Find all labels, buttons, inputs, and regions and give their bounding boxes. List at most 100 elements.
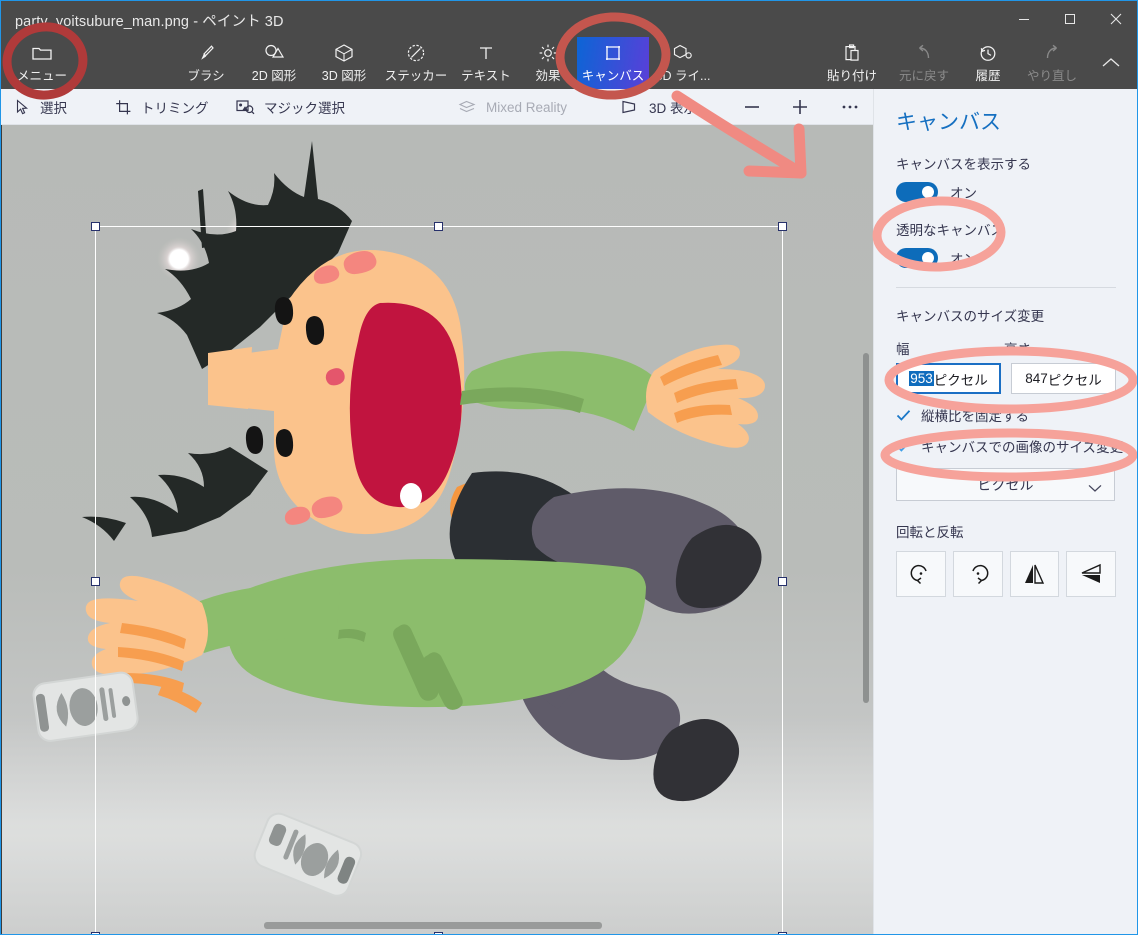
ribbon-item-history[interactable]: 履歴 <box>959 37 1017 89</box>
collapse-chevron-icon <box>1100 53 1122 74</box>
ribbon-item-menu[interactable]: メニュー <box>9 37 75 89</box>
tool-mixed-reality: Mixed Reality <box>457 89 567 125</box>
rotate-heading: 回転と反転 <box>896 525 964 540</box>
transparent-canvas-toggle[interactable] <box>896 248 938 268</box>
tool-3d-view[interactable]: 3D 表示 <box>621 89 697 125</box>
view-3d-icon <box>621 99 640 115</box>
transparent-canvas-label: 透明なキャンバス <box>896 223 1004 238</box>
minimize-button[interactable] <box>1001 1 1047 37</box>
tool-label: 3D 表示 <box>649 101 698 116</box>
ribbon-item-paste[interactable]: 貼り付け <box>819 37 885 89</box>
lock-aspect-row[interactable]: 縦横比を固定する <box>896 405 1116 425</box>
vertical-scrollbar[interactable] <box>863 353 869 703</box>
check-icon <box>896 408 911 423</box>
close-button[interactable] <box>1093 1 1137 37</box>
rotate-right-button[interactable] <box>952 551 1003 597</box>
more-options-button[interactable] <box>839 89 861 125</box>
unit-select[interactable]: ピクセル <box>896 468 1115 501</box>
sticker-icon <box>406 42 426 63</box>
ribbon-item-brush[interactable]: ブラシ <box>176 37 236 89</box>
shapes-2d-icon <box>262 42 286 63</box>
resize-handle-top-left[interactable] <box>91 222 100 231</box>
ribbon-item-3d-shapes[interactable]: 3D 図形 <box>311 37 377 89</box>
more-ellipsis-icon <box>839 98 861 116</box>
resize-heading: キャンバスのサイズ変更 <box>896 309 1045 324</box>
height-value: 847 <box>1025 371 1048 386</box>
rotate-left-button[interactable] <box>896 551 946 597</box>
ribbon-item-text[interactable]: テキスト <box>453 37 519 89</box>
maximize-button[interactable] <box>1047 1 1093 37</box>
chevron-down-icon <box>1088 480 1102 496</box>
text-icon <box>477 42 495 63</box>
resize-handle-top-center[interactable] <box>434 222 443 231</box>
panel-title: キャンバス <box>896 111 1001 134</box>
magic-select-icon <box>236 99 255 115</box>
zoom-out-icon <box>741 98 763 116</box>
ribbon-label: 履歴 <box>975 69 1001 83</box>
tool-magic-select[interactable]: マジック選択 <box>236 89 345 125</box>
unit-select-value: ピクセル <box>977 476 1034 493</box>
paste-icon <box>842 42 862 63</box>
show-canvas-row[interactable]: オン <box>896 182 1116 202</box>
ribbon-collapse-button[interactable] <box>1091 37 1131 89</box>
tool-select[interactable]: 選択 <box>15 89 67 125</box>
tool-crop[interactable]: トリミング <box>115 89 209 125</box>
show-canvas-toggle[interactable] <box>896 182 938 202</box>
resize-handle-middle-right[interactable] <box>778 576 787 586</box>
ribbon-label: 効果 <box>535 69 561 83</box>
menu-folder-icon <box>31 42 53 63</box>
transparent-canvas-row[interactable]: オン <box>896 248 1116 268</box>
ribbon-item-sticker[interactable]: ステッカー <box>379 37 453 89</box>
rotate-right-icon <box>971 564 989 585</box>
horizontal-scrollbar[interactable] <box>264 922 602 929</box>
ribbon-label: ステッカー <box>384 69 448 83</box>
shapes-3d-icon <box>334 42 354 63</box>
ribbon-label: 貼り付け <box>826 69 877 83</box>
ribbon-label: 3D ライ... <box>655 69 711 83</box>
resize-handle-middle-left[interactable] <box>91 576 100 586</box>
tool-label: マジック選択 <box>264 101 345 116</box>
rotate-flip-buttons <box>896 551 1116 597</box>
cursor-select-icon <box>15 98 31 116</box>
ribbon-label: メニュー <box>16 69 67 83</box>
ribbon-item-3d-library[interactable]: 3D ライ... <box>649 37 717 89</box>
3d-library-icon <box>672 42 694 63</box>
show-canvas-state: オン <box>950 186 977 201</box>
panel-divider <box>896 287 1116 288</box>
width-label: 幅 <box>896 342 910 357</box>
height-label: 高さ <box>1004 342 1031 357</box>
tool-label: トリミング <box>141 101 209 116</box>
width-value: 953 <box>909 371 934 386</box>
ribbon-item-effects[interactable]: 効果 <box>519 37 577 89</box>
tool-label: Mixed Reality <box>486 99 568 115</box>
show-canvas-label: キャンバスを表示する <box>896 157 1031 172</box>
flip-horizontal-button[interactable] <box>1009 551 1060 597</box>
toggle-knob <box>922 252 934 264</box>
ribbon-item-2d-shapes[interactable]: 2D 図形 <box>241 37 307 89</box>
ribbon-item-canvas[interactable]: キャンバス <box>577 37 649 89</box>
toggle-knob <box>922 186 934 198</box>
width-input[interactable]: 953 ピクセル <box>896 363 1001 394</box>
ribbon-label: 元に戻す <box>898 69 949 83</box>
zoom-in-button[interactable] <box>789 89 811 125</box>
selection-frame[interactable] <box>91 222 787 934</box>
flip-vertical-icon <box>1081 563 1101 583</box>
resize-image-row[interactable]: キャンバスでの画像のサイズ変更 <box>896 436 1123 456</box>
flip-vertical-button[interactable] <box>1066 551 1116 597</box>
ribbon-label: キャンバス <box>581 69 645 83</box>
flip-horizontal-icon <box>1025 564 1045 584</box>
ribbon-label: 3D 図形 <box>321 69 367 83</box>
redo-icon <box>1042 42 1062 63</box>
ribbon-item-redo: やり直し <box>1017 37 1087 89</box>
height-unit: ピクセル <box>1047 372 1102 388</box>
canvas-stage[interactable] <box>2 125 873 934</box>
zoom-out-button[interactable] <box>741 89 763 125</box>
check-icon <box>896 439 911 454</box>
resize-image-label: キャンバスでの画像のサイズ変更 <box>921 440 1124 455</box>
height-input[interactable]: 847 ピクセル <box>1011 363 1116 394</box>
resize-handle-top-right[interactable] <box>778 222 787 231</box>
ribbon-label: ブラシ <box>187 69 225 83</box>
undo-icon <box>914 42 934 63</box>
transparent-canvas-state: オン <box>950 252 977 267</box>
rotate-left-icon <box>910 564 927 585</box>
